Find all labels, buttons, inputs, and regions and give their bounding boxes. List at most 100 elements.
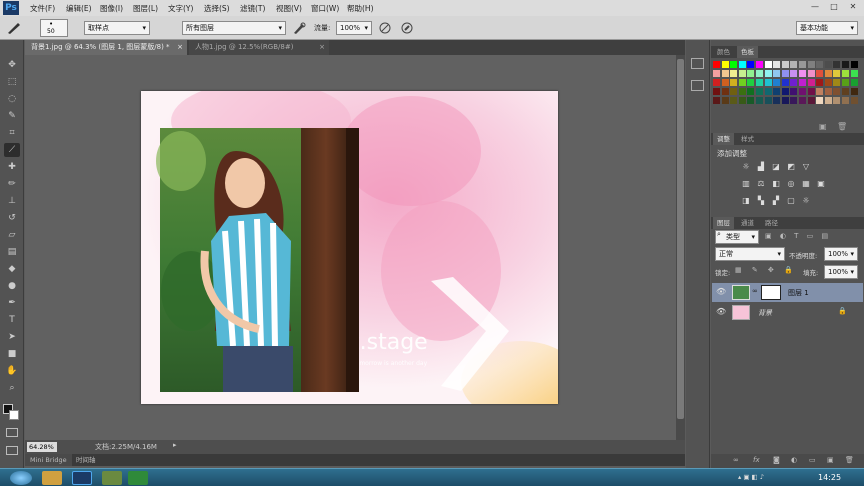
quick-select-tool-icon[interactable]: ✎ [4, 109, 20, 123]
path-select-tool-icon[interactable]: ➤ [4, 330, 20, 344]
color-swatch[interactable] [756, 88, 763, 95]
color-swatch[interactable] [730, 88, 738, 95]
visibility-eye-icon[interactable]: 👁 [716, 307, 726, 316]
brush-size-picker[interactable]: • 50 [40, 19, 68, 37]
healing-tool-icon[interactable]: ✚ [4, 160, 20, 174]
color-swatch[interactable] [842, 70, 849, 77]
scrollbar-thumb[interactable] [677, 59, 684, 419]
color-swatch[interactable] [738, 79, 746, 86]
color-swatch[interactable] [842, 61, 849, 68]
color-swatch[interactable] [781, 79, 789, 86]
tab-background-doc[interactable]: 背景1.jpg @ 64.3% (图层 1, 图层蒙版/8) * × [25, 40, 187, 55]
document-canvas[interactable]: t.stage Tomorrow is another day [141, 91, 558, 404]
tab-paths[interactable]: 路径 [761, 217, 782, 229]
color-swatch[interactable] [850, 79, 858, 86]
eraser-tool-icon[interactable]: ▱ [4, 228, 20, 242]
color-swatch[interactable] [747, 97, 755, 104]
layer-row[interactable]: 👁 背景 🔒 [712, 303, 863, 322]
levels-icon[interactable]: ▟ [756, 162, 766, 171]
shape-tool-icon[interactable]: ■ [4, 347, 20, 361]
color-swatch[interactable] [713, 88, 720, 95]
color-swatch[interactable] [713, 79, 720, 86]
color-swatch[interactable] [721, 61, 729, 68]
color-swatch[interactable] [799, 97, 806, 104]
clone-stamp-tool-icon[interactable]: ⊥ [4, 194, 20, 208]
new-swatch-icon[interactable]: ▣ [819, 122, 827, 131]
close-button[interactable]: ✕ [844, 1, 862, 14]
sample-layers-dropdown[interactable]: 所有图层 [182, 21, 286, 35]
color-swatch[interactable] [764, 79, 772, 86]
curves-icon[interactable]: ◪ [771, 162, 781, 171]
app-taskbar-icon[interactable] [102, 471, 122, 485]
menu-file[interactable]: 文件(F) [30, 3, 55, 14]
color-swatch[interactable] [824, 88, 832, 95]
eyedropper-tool-icon[interactable]: ⟋ [4, 143, 20, 157]
blur-tool-icon[interactable]: ◆ [4, 262, 20, 276]
color-swatch[interactable] [833, 88, 841, 95]
layer-mask-thumbnail[interactable] [761, 285, 781, 300]
history-brush-tool-icon[interactable]: ↺ [4, 211, 20, 225]
brush-tool-preset-icon[interactable] [6, 21, 22, 35]
recorder-taskbar-icon[interactable] [128, 471, 148, 485]
color-swatch[interactable] [816, 88, 824, 95]
color-swatch[interactable] [833, 97, 841, 104]
maximize-button[interactable]: □ [825, 1, 843, 14]
color-swatch[interactable] [833, 79, 841, 86]
color-swatch[interactable] [738, 70, 746, 77]
photoshop-taskbar-icon[interactable] [72, 471, 92, 485]
tab-person-doc[interactable]: 人物1.jpg @ 12.5%(RGB/8#) × [189, 40, 329, 55]
menu-filter[interactable]: 滤镜(T) [240, 3, 265, 14]
link-icon[interactable]: ∞ [733, 456, 739, 464]
color-swatch[interactable] [807, 79, 815, 86]
tab-swatches[interactable]: 色板 [737, 46, 758, 58]
color-swatch[interactable] [713, 70, 720, 77]
color-swatch[interactable] [781, 97, 789, 104]
hand-tool-icon[interactable]: ✋ [4, 364, 20, 378]
menu-image[interactable]: 图像(I) [100, 3, 123, 14]
flow-input[interactable]: 100% [336, 21, 372, 35]
color-swatch[interactable] [790, 97, 798, 104]
adjustment-icon[interactable]: ◐ [791, 456, 797, 464]
color-swatch[interactable] [721, 79, 729, 86]
color-swatch[interactable] [816, 79, 824, 86]
color-swatch[interactable] [756, 97, 763, 104]
color-swatch[interactable] [721, 88, 729, 95]
menu-layer[interactable]: 图层(L) [133, 3, 158, 14]
lock-icons[interactable]: ▦ ✎ ✥ 🔒 [735, 266, 797, 274]
color-swatch[interactable] [738, 61, 746, 68]
zoom-tool-icon[interactable]: ⌕ [4, 381, 20, 395]
minimize-button[interactable]: — [806, 1, 824, 14]
color-swatch[interactable] [738, 97, 746, 104]
color-swatch[interactable] [764, 61, 772, 68]
menu-help[interactable]: 帮助(H) [347, 3, 374, 14]
color-swatch[interactable] [842, 79, 849, 86]
color-swatch[interactable] [773, 61, 781, 68]
layer-name[interactable]: 图层 1 [788, 288, 809, 298]
pressure-icon[interactable] [400, 21, 414, 35]
color-swatch[interactable] [730, 97, 738, 104]
history-icon[interactable] [691, 58, 704, 69]
swatches-grid[interactable] [711, 59, 864, 123]
color-swatch[interactable] [713, 61, 720, 68]
color-swatch[interactable] [756, 61, 763, 68]
layer-filter-dropdown[interactable]: 类型 [715, 230, 759, 244]
layer-name[interactable]: 背景 [758, 308, 772, 318]
posterize-icon[interactable]: ▚ [756, 196, 766, 205]
color-swatch[interactable] [764, 97, 772, 104]
color-swatch[interactable] [824, 79, 832, 86]
tab-close-icon[interactable]: × [319, 40, 325, 55]
color-swatch[interactable] [747, 79, 755, 86]
color-swatch[interactable] [773, 70, 781, 77]
color-swatch[interactable] [764, 70, 772, 77]
menu-select[interactable]: 选择(S) [204, 3, 230, 14]
color-swatch[interactable] [807, 88, 815, 95]
color-swatch[interactable] [842, 88, 849, 95]
color-swatch[interactable] [747, 88, 755, 95]
selective-color-icon[interactable]: ▢ [786, 196, 796, 205]
vertical-scrollbar[interactable] [676, 55, 685, 440]
exposure-icon[interactable]: ◩ [786, 162, 796, 171]
folder-icon[interactable]: ▭ [809, 456, 816, 464]
fill-input[interactable]: 100% [824, 265, 858, 279]
color-swatch[interactable] [824, 61, 832, 68]
tab-timeline[interactable]: 时间轴 [71, 454, 101, 466]
